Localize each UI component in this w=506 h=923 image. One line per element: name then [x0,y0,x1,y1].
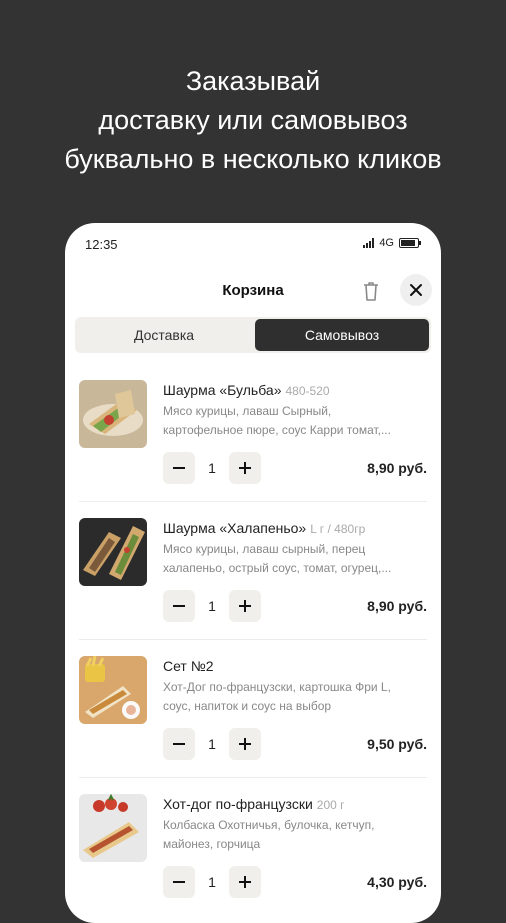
status-bar: 12:35 4G [65,223,441,265]
increase-button[interactable] [229,866,261,898]
product-price: 8,90 руб. [367,460,427,476]
product-image [79,794,147,862]
battery-icon [399,238,421,248]
close-icon [410,284,422,296]
product-title: Шаурма «Халапеньо» [163,520,307,536]
product-name: Хот-дог по-французски 200 г [163,796,345,812]
headline-line-3: буквально в несколько кликов [64,144,442,174]
quantity-value: 1 [208,460,216,476]
description-line: Мясо курицы, лаваш сырный, перец [163,542,366,556]
trash-icon[interactable] [361,280,381,302]
minus-icon [173,605,185,607]
quantity-stepper: 1 [163,866,261,898]
headline-line-2: доставку или самовывоз [98,105,408,135]
cart-item: Шаурма «Халапеньо» L г / 480гр Мясо куриц… [79,518,427,636]
decrease-button[interactable] [163,590,195,622]
product-image [79,380,147,448]
promo-headline: Заказывай доставку или самовывоз букваль… [0,62,506,179]
product-image [79,518,147,586]
increase-button[interactable] [229,728,261,760]
headline-line-1: Заказывай [185,66,321,96]
product-title: Сет №2 [163,658,214,674]
product-title: Хот-дог по-французски [163,796,313,812]
product-price: 8,90 руб. [367,598,427,614]
delivery-mode-switch: Доставка Самовывоз [75,317,431,353]
product-description: Мясо курицы, лаваш сырный, перец халапен… [163,540,423,578]
description-line: майонез, горчица [163,837,261,851]
divider [79,639,427,640]
quantity-stepper: 1 [163,452,261,484]
increase-button[interactable] [229,590,261,622]
product-weight: L г / 480гр [310,522,366,536]
description-line: картофельное пюре, соус Карри томат,... [163,423,391,437]
network-label: 4G [379,237,394,249]
quantity-value: 1 [208,736,216,752]
increase-button[interactable] [229,452,261,484]
status-time: 12:35 [85,237,118,252]
close-button[interactable] [400,274,432,306]
quantity-value: 1 [208,874,216,890]
product-price: 4,30 руб. [367,874,427,890]
quantity-stepper: 1 [163,728,261,760]
decrease-button[interactable] [163,452,195,484]
quantity-value: 1 [208,598,216,614]
cart-item: Шаурма «Бульба» 480-520 Мясо курицы, лава… [79,380,427,498]
product-name: Сет №2 [163,658,214,674]
product-name: Шаурма «Халапеньо» L г / 480гр [163,520,365,536]
status-icons: 4G [363,237,421,249]
plus-icon [239,738,251,750]
product-description: Хот-Дог по-французски, картошка Фри L, с… [163,678,423,716]
quantity-stepper: 1 [163,590,261,622]
product-image [79,656,147,724]
divider [79,777,427,778]
signal-icon [363,238,375,248]
tab-pickup[interactable]: Самовывоз [255,319,429,351]
description-line: Колбаска Охотничья, булочка, кетчуп, [163,818,375,832]
minus-icon [173,881,185,883]
page-title: Корзина [222,282,284,299]
product-weight: 480-520 [285,384,330,398]
product-name: Шаурма «Бульба» 480-520 [163,382,330,398]
description-line: Хот-Дог по-французски, картошка Фри L, [163,680,391,694]
phone-screen: 12:35 4G Корзина Доставка Самовывоз Шаур… [65,223,441,923]
product-description: Колбаска Охотничья, булочка, кетчуп, май… [163,816,423,854]
plus-icon [239,600,251,612]
description-line: Мясо курицы, лаваш Сырный, [163,404,332,418]
plus-icon [239,462,251,474]
decrease-button[interactable] [163,866,195,898]
divider [79,501,427,502]
description-line: соус, напиток и соус на выбор [163,699,332,713]
product-title: Шаурма «Бульба» [163,382,282,398]
cart-item: Хот-дог по-французски 200 г Колбаска Охот… [79,794,427,912]
minus-icon [173,743,185,745]
cart-item: Сет №2 Хот-Дог по-французски, картошка Ф… [79,656,427,774]
decrease-button[interactable] [163,728,195,760]
cart-header: Корзина [65,271,441,311]
product-weight: 200 г [316,798,345,812]
product-price: 9,50 руб. [367,736,427,752]
plus-icon [239,876,251,888]
tab-delivery[interactable]: Доставка [77,319,251,351]
product-description: Мясо курицы, лаваш Сырный, картофельное … [163,402,423,440]
minus-icon [173,467,185,469]
description-line: халапеньо, острый соус, томат, огурец,..… [163,561,392,575]
